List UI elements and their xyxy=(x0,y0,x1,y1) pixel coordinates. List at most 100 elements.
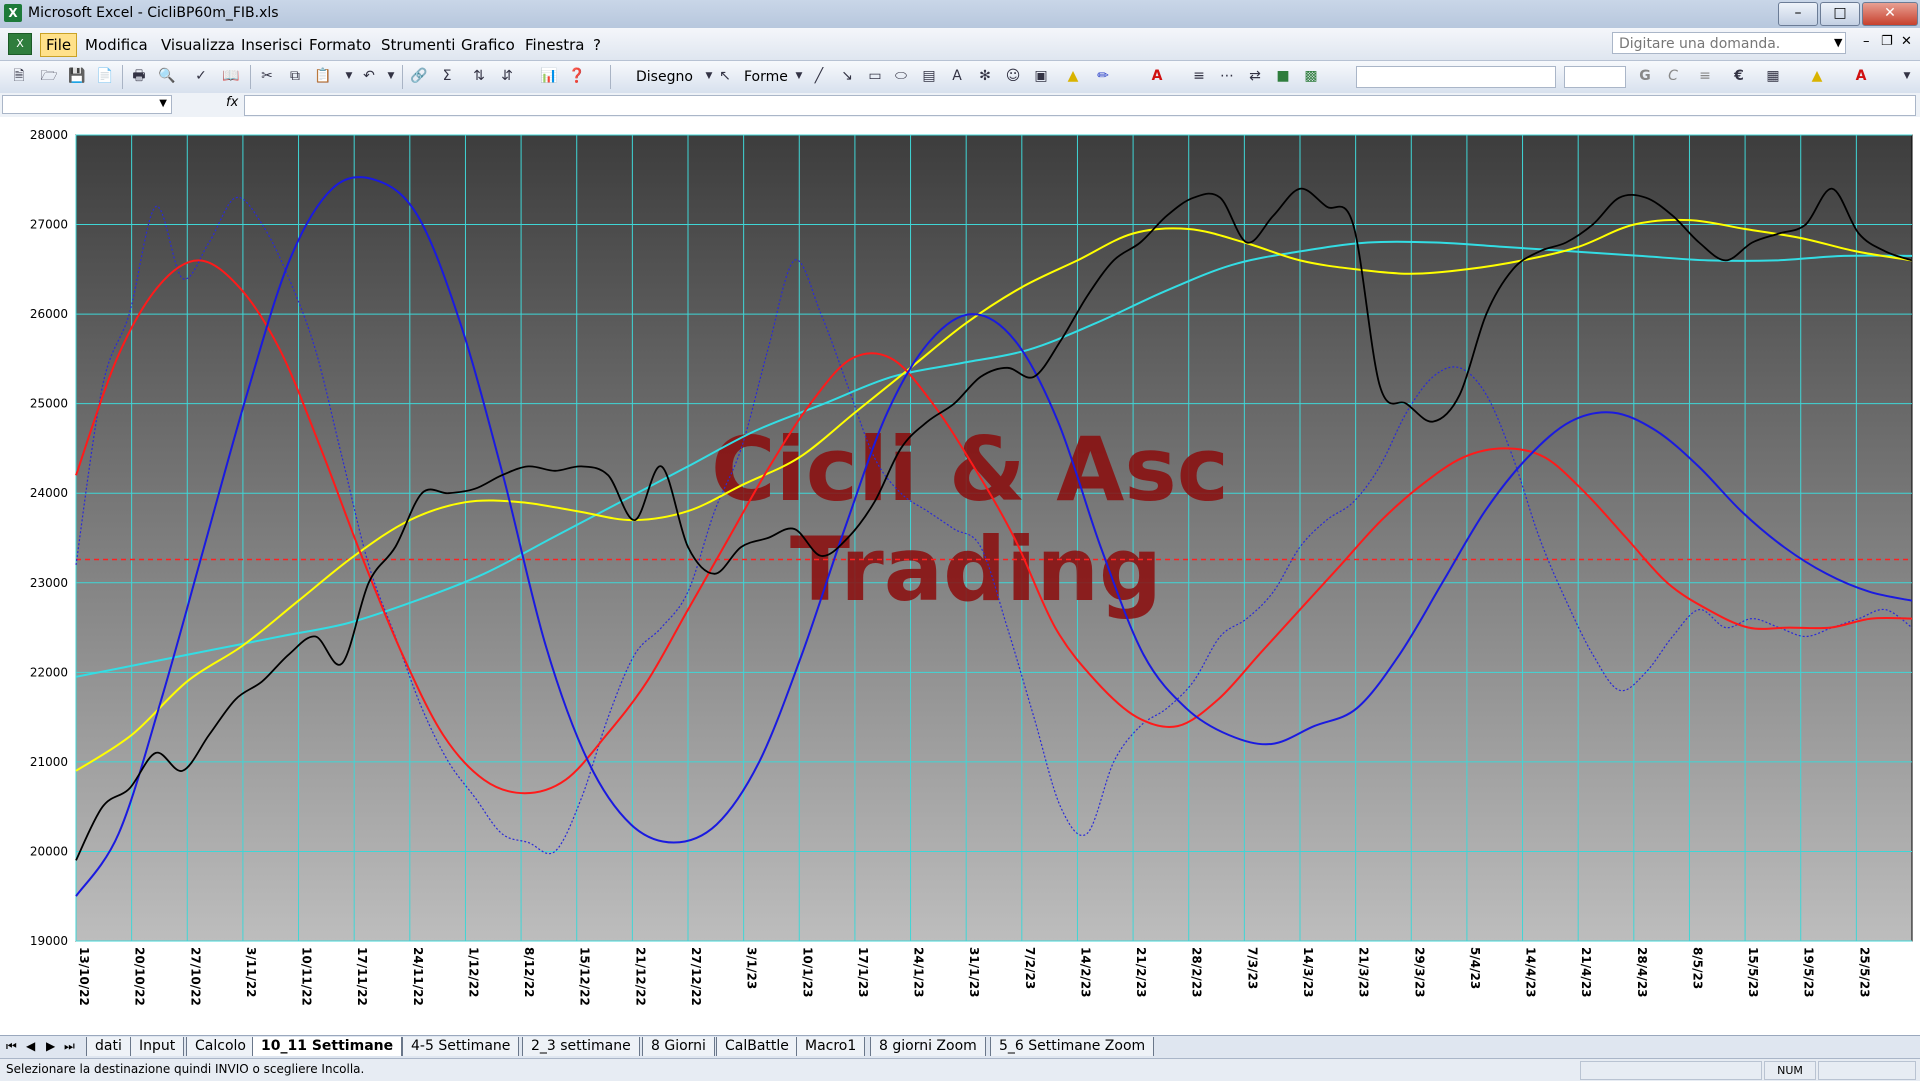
doc-close-button[interactable]: ✕ xyxy=(1896,32,1917,51)
menu-file[interactable]: File xyxy=(40,33,78,57)
autosum-icon[interactable]: Σ xyxy=(438,67,456,85)
sheet-tab-input[interactable]: Input xyxy=(130,1037,185,1056)
last-sheet-icon[interactable]: ⏭ xyxy=(64,1039,75,1054)
menu-help[interactable]: ? xyxy=(588,34,606,56)
sheet-tab-calcolo[interactable]: Calcolo xyxy=(186,1037,255,1056)
new-file-icon[interactable]: 🗎 xyxy=(10,67,28,85)
x-tick-label: 15/5/23 xyxy=(1746,947,1760,998)
sheet-tab-5-6-settimane-zoom[interactable]: 5_6 Settimane Zoom xyxy=(990,1037,1155,1056)
x-tick-label: 7/3/23 xyxy=(1245,947,1259,989)
minimize-button[interactable]: – xyxy=(1778,2,1818,26)
line-style-icon[interactable]: ≡ xyxy=(1190,67,1208,85)
dash-style-icon[interactable]: ⋯ xyxy=(1218,67,1236,85)
menu-strumenti[interactable]: Strumenti xyxy=(376,34,460,56)
print-preview-icon[interactable]: 🔍 xyxy=(158,67,176,85)
close-button[interactable]: ✕ xyxy=(1862,2,1918,26)
font-color-icon[interactable]: A xyxy=(1852,67,1870,85)
select-pointer-icon[interactable]: ↖ xyxy=(716,67,734,85)
fill-color-icon[interactable]: ▲ xyxy=(1808,67,1826,85)
chevron-down-icon[interactable]: ▼ xyxy=(382,67,400,85)
permission-icon[interactable]: 📄 xyxy=(96,67,114,85)
x-tick-label: 15/12/22 xyxy=(578,947,592,1006)
wordart-icon[interactable]: A xyxy=(948,67,966,85)
help-icon[interactable]: ❓ xyxy=(568,67,586,85)
font-size-combo[interactable] xyxy=(1564,66,1626,88)
menu-modifica[interactable]: Modifica xyxy=(80,34,153,56)
font-name-combo[interactable] xyxy=(1356,66,1556,88)
align-center-icon[interactable]: ≡ xyxy=(1696,67,1714,85)
picture-icon[interactable]: ▣ xyxy=(1032,67,1050,85)
font-color-icon[interactable]: A xyxy=(1148,67,1166,85)
menu-formato[interactable]: Formato xyxy=(304,34,376,56)
diagram-icon[interactable]: ✻ xyxy=(976,67,994,85)
function-icon[interactable]: fx xyxy=(226,95,238,110)
copy-icon[interactable]: ⧉ xyxy=(286,67,304,85)
sheet-tab-2-3-settimane[interactable]: 2_3 settimane xyxy=(522,1037,640,1056)
chevron-down-icon[interactable]: ▼ xyxy=(340,67,358,85)
standard-toolbar: 🗎 🗁 💾 📄 🖶 🔍 ✓ 📖 ✂ ⧉ 📋 ▼ ↶ ▼ 🔗 Σ ⇅ ⇵ 📊 ❓ … xyxy=(0,61,1920,94)
borders-icon[interactable]: ▦ xyxy=(1764,67,1782,85)
spelling-icon[interactable]: ✓ xyxy=(192,67,210,85)
arrow-style-icon[interactable]: ⇄ xyxy=(1246,67,1264,85)
chevron-down-icon[interactable]: ▼ xyxy=(1834,36,1842,49)
line-color-icon[interactable]: ✏ xyxy=(1094,67,1112,85)
x-tick-label: 17/11/22 xyxy=(355,947,369,1006)
menu-grafico[interactable]: Grafico xyxy=(456,34,520,56)
rectangle-icon[interactable]: ▭ xyxy=(866,67,884,85)
fill-color-icon[interactable]: ▲ xyxy=(1064,67,1082,85)
undo-icon[interactable]: ↶ xyxy=(360,67,378,85)
draw-menu-button[interactable]: Disegno xyxy=(636,69,693,85)
sheet-tab-dati[interactable]: dati xyxy=(86,1037,131,1056)
research-icon[interactable]: 📖 xyxy=(222,67,240,85)
x-tick-label: 14/3/23 xyxy=(1301,947,1315,998)
menu-finestra[interactable]: Finestra xyxy=(520,34,590,56)
sheet-tab-4-5-settimane[interactable]: 4-5 Settimane xyxy=(402,1037,520,1056)
sheet-tab-macro1[interactable]: Macro1 xyxy=(796,1037,866,1056)
paste-icon[interactable]: 📋 xyxy=(314,67,332,85)
oval-icon[interactable]: ⬭ xyxy=(892,67,910,85)
line-chart[interactable]: 19000 20000 21000 22000 23000 24000 25000 26000… xyxy=(0,117,1920,1035)
maximize-button[interactable]: □ xyxy=(1820,2,1860,26)
sheet-tab-8-giorni[interactable]: 8 Giorni xyxy=(642,1037,715,1056)
currency-button[interactable]: € xyxy=(1730,67,1748,85)
shadow-icon[interactable]: ■ xyxy=(1274,67,1292,85)
print-icon[interactable]: 🖶 xyxy=(130,67,148,85)
cut-icon[interactable]: ✂ xyxy=(258,67,276,85)
line-icon[interactable]: ╱ xyxy=(810,67,828,85)
sheet-tab-calbattle[interactable]: CalBattle xyxy=(716,1037,798,1056)
chart-wizard-icon[interactable]: 📊 xyxy=(540,67,558,85)
status-cell xyxy=(1818,1061,1916,1080)
sheet-tab-8-giorni-zoom[interactable]: 8 giorni Zoom xyxy=(870,1037,986,1056)
save-icon[interactable]: 💾 xyxy=(68,67,86,85)
hyperlink-icon[interactable]: 🔗 xyxy=(410,67,428,85)
italic-button[interactable]: C xyxy=(1664,67,1682,85)
workbook-icon[interactable]: X xyxy=(8,33,32,55)
toolbar-options-icon[interactable]: ▼ xyxy=(1898,67,1916,85)
chevron-down-icon[interactable]: ▼ xyxy=(790,67,808,85)
chart-sheet[interactable]: 19000 20000 21000 22000 23000 24000 25000 26000… xyxy=(0,117,1920,1035)
name-box[interactable]: ▼ xyxy=(2,95,172,114)
prev-sheet-icon[interactable]: ◀ xyxy=(26,1039,35,1053)
open-folder-icon[interactable]: 🗁 xyxy=(40,67,58,85)
num-lock-indicator: NUM xyxy=(1764,1061,1816,1080)
next-sheet-icon[interactable]: ▶ xyxy=(46,1039,55,1053)
clipart-icon[interactable]: ☺ xyxy=(1004,67,1022,85)
first-sheet-icon[interactable]: ⏮ xyxy=(6,1039,17,1054)
doc-minimize-button[interactable]: – xyxy=(1858,32,1875,51)
sort-desc-icon[interactable]: ⇵ xyxy=(498,67,516,85)
3d-icon[interactable]: ▩ xyxy=(1302,67,1320,85)
chevron-down-icon[interactable]: ▼ xyxy=(159,98,167,109)
sheet-tab-10-11-settimane[interactable]: 10_11 Settimane xyxy=(252,1037,403,1056)
menu-inserisci[interactable]: Inserisci xyxy=(236,34,308,56)
help-search-input[interactable]: Digitare una domanda. xyxy=(1612,32,1846,54)
autoshapes-button[interactable]: Forme xyxy=(744,69,788,85)
doc-restore-button[interactable]: ❐ xyxy=(1876,32,1898,51)
bold-button[interactable]: G xyxy=(1636,67,1654,85)
menu-visualizza[interactable]: Visualizza xyxy=(156,34,240,56)
formula-input[interactable] xyxy=(244,95,1916,116)
arrow-icon[interactable]: ↘ xyxy=(838,67,856,85)
y-tick-label: 20000 xyxy=(30,844,68,858)
x-tick-label: 31/1/23 xyxy=(967,947,981,998)
textbox-icon[interactable]: ▤ xyxy=(920,67,938,85)
sort-icon[interactable]: ⇅ xyxy=(470,67,488,85)
